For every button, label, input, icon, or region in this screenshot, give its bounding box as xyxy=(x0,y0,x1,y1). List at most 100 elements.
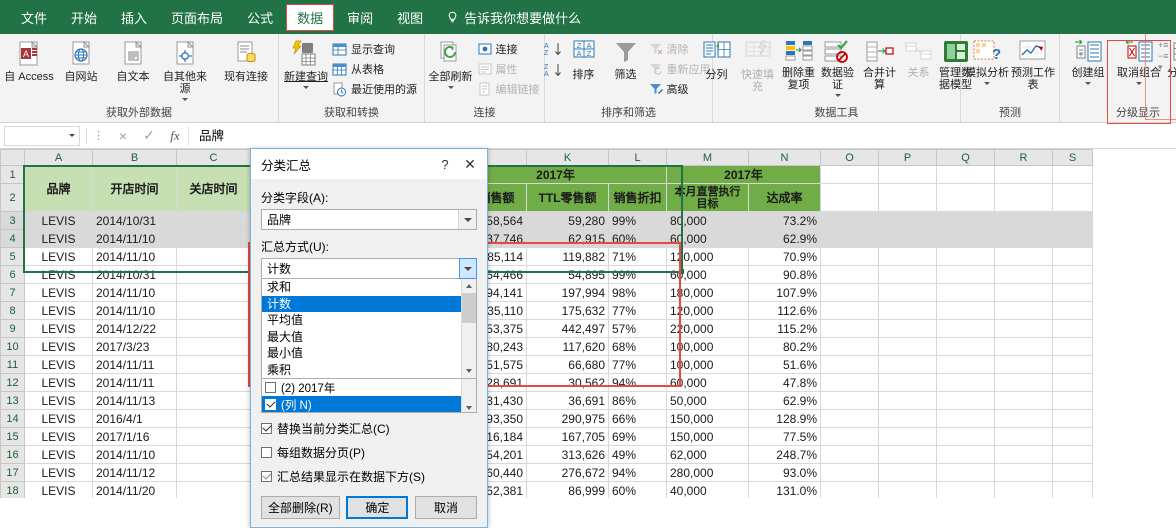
table-row[interactable]: 4LEVIS2014/11/10SP320011王玲玲37,74662,9156… xyxy=(0,229,1093,248)
cell-empty[interactable] xyxy=(936,211,995,230)
cell-open-date[interactable]: 2014/10/31 xyxy=(92,211,177,230)
tab-page-layout[interactable]: 页面布局 xyxy=(160,4,234,31)
cell-close-date[interactable] xyxy=(176,211,251,230)
cell-M2-target[interactable]: 本月直营执行目标 xyxy=(666,183,749,212)
table-row[interactable]: 3LEVIS2014/10/31SP320174夏雪琴58,56459,2809… xyxy=(0,211,1093,230)
cell-achievement[interactable]: 51.6% xyxy=(748,355,821,374)
cell-empty[interactable] xyxy=(936,373,995,392)
col-header-R[interactable]: R xyxy=(994,149,1053,166)
cell-achievement[interactable]: 248.7% xyxy=(748,445,821,464)
cell-empty[interactable] xyxy=(1052,265,1093,284)
cell-open-date[interactable]: 2014/11/10 xyxy=(92,301,177,320)
cell-empty[interactable] xyxy=(1052,211,1093,230)
cell-empty[interactable] xyxy=(878,247,937,266)
cell-brand[interactable]: LEVIS xyxy=(24,265,93,284)
cell-discount[interactable]: 94% xyxy=(608,373,667,392)
cell-discount[interactable]: 60% xyxy=(608,229,667,248)
cell-empty[interactable] xyxy=(878,319,937,338)
cell-empty[interactable] xyxy=(936,409,995,428)
cell-open-date[interactable]: 2014/11/12 xyxy=(92,463,177,482)
cell-empty[interactable] xyxy=(878,211,937,230)
cell-ttl-retail[interactable]: 54,895 xyxy=(526,265,609,284)
cell-open-date[interactable]: 2014/11/20 xyxy=(92,481,177,498)
subtotal-item-2017-checkbox[interactable] xyxy=(265,382,276,393)
cell-discount[interactable]: 77% xyxy=(608,355,667,374)
col-header-K[interactable]: K xyxy=(526,149,609,166)
cell-empty[interactable] xyxy=(820,211,879,230)
cell-discount[interactable]: 77% xyxy=(608,301,667,320)
cell-empty[interactable] xyxy=(820,391,879,410)
cell-open-date[interactable]: 2014/11/10 xyxy=(92,283,177,302)
cell-achievement[interactable]: 112.6% xyxy=(748,301,821,320)
btn-edit-links[interactable]: 编辑链接 xyxy=(476,79,544,99)
cell-Q2[interactable] xyxy=(936,183,995,212)
group-by-field-dropdown-arrow[interactable] xyxy=(458,210,476,229)
col-header-P[interactable]: P xyxy=(878,149,937,166)
btn-what-if-analysis[interactable]: ? 模拟分析 xyxy=(964,37,1010,85)
cell-empty[interactable] xyxy=(994,229,1053,248)
cell-close-date[interactable] xyxy=(176,355,251,374)
cell-brand[interactable]: LEVIS xyxy=(24,463,93,482)
options-scroll-down-icon[interactable] xyxy=(462,364,476,378)
cell-discount[interactable]: 57% xyxy=(608,319,667,338)
cell-close-date[interactable] xyxy=(176,283,251,302)
col-header-A[interactable]: A xyxy=(24,149,93,166)
btn-recent-sources[interactable]: 最近使用的源 xyxy=(330,79,421,99)
btn-filter[interactable]: 筛选 xyxy=(605,37,647,81)
option-average[interactable]: 平均值 xyxy=(262,312,476,329)
cell-target[interactable]: 150,000 xyxy=(666,427,749,446)
cell-empty[interactable] xyxy=(878,265,937,284)
cell-ttl-retail[interactable]: 30,562 xyxy=(526,373,609,392)
formula-input[interactable]: 品牌 xyxy=(188,125,1176,146)
col-header-S[interactable]: S xyxy=(1052,149,1093,166)
table-row[interactable]: 7LEVIS2014/11/10SP320602夏雪琴194,141197,99… xyxy=(0,283,1093,302)
cell-empty[interactable] xyxy=(878,463,937,482)
cell-empty[interactable] xyxy=(994,265,1053,284)
outline-expander-icon[interactable]: ▾ xyxy=(1158,62,1174,73)
cell-open-date[interactable]: 2017/1/16 xyxy=(92,427,177,446)
btn-consolidate[interactable]: 合并计算 xyxy=(858,37,902,91)
table-row[interactable]: 12LEVIS2014/11/11SP320033方冰溶28,69130,562… xyxy=(0,373,1093,392)
cell-empty[interactable] xyxy=(820,337,879,356)
cell-empty[interactable] xyxy=(936,283,995,302)
cell-achievement[interactable]: 62.9% xyxy=(748,229,821,248)
btn-new-query[interactable]: 新建查询 xyxy=(282,37,330,89)
col-header-B[interactable]: B xyxy=(92,149,177,166)
cell-target[interactable]: 280,000 xyxy=(666,463,749,482)
cell-empty[interactable] xyxy=(820,247,879,266)
option-sum[interactable]: 求和 xyxy=(262,279,476,296)
table-row[interactable]: 15LEVIS2017/1/16SP321590方冰溶116,184167,70… xyxy=(0,427,1093,446)
row-header[interactable]: 15 xyxy=(0,427,25,446)
cell-brand[interactable]: LEVIS xyxy=(24,337,93,356)
select-all-corner[interactable] xyxy=(0,149,25,166)
cell-empty[interactable] xyxy=(820,301,879,320)
cell-empty[interactable] xyxy=(878,427,937,446)
cell-ttl-retail[interactable]: 167,705 xyxy=(526,427,609,446)
cell-open-date[interactable]: 2014/11/13 xyxy=(92,391,177,410)
row-header[interactable]: 13 xyxy=(0,391,25,410)
cell-target[interactable]: 62,000 xyxy=(666,445,749,464)
selected-subtotal-items-list[interactable]: (2) 2017年 (列 N) xyxy=(261,379,477,413)
cell-achievement[interactable]: 70.9% xyxy=(748,247,821,266)
cancel-button[interactable]: 取消 xyxy=(414,496,477,519)
cell-empty[interactable] xyxy=(820,229,879,248)
option-max[interactable]: 最大值 xyxy=(262,329,476,346)
cell-empty[interactable] xyxy=(1052,283,1093,302)
table-row[interactable]: 8LEVIS2014/11/10SP320591夏雪琴135,110175,63… xyxy=(0,301,1093,320)
cell-empty[interactable] xyxy=(1052,301,1093,320)
cell-close-date[interactable] xyxy=(176,481,251,498)
cell-close-date[interactable] xyxy=(176,463,251,482)
tab-view[interactable]: 视图 xyxy=(386,4,434,31)
option-product[interactable]: 乘积 xyxy=(262,362,476,379)
cell-brand[interactable]: LEVIS xyxy=(24,211,93,230)
cell-empty[interactable] xyxy=(936,265,995,284)
cell-empty[interactable] xyxy=(994,409,1053,428)
cell-close-date[interactable] xyxy=(176,337,251,356)
cell-empty[interactable] xyxy=(878,373,937,392)
btn-from-access[interactable]: A 自 Access xyxy=(3,37,55,83)
dialog-titlebar[interactable]: 分类汇总 ? ✕ xyxy=(251,149,487,179)
cell-empty[interactable] xyxy=(878,355,937,374)
cell-close-date[interactable] xyxy=(176,391,251,410)
cell-open-date[interactable]: 2014/11/10 xyxy=(92,247,177,266)
cell-discount[interactable]: 71% xyxy=(608,247,667,266)
